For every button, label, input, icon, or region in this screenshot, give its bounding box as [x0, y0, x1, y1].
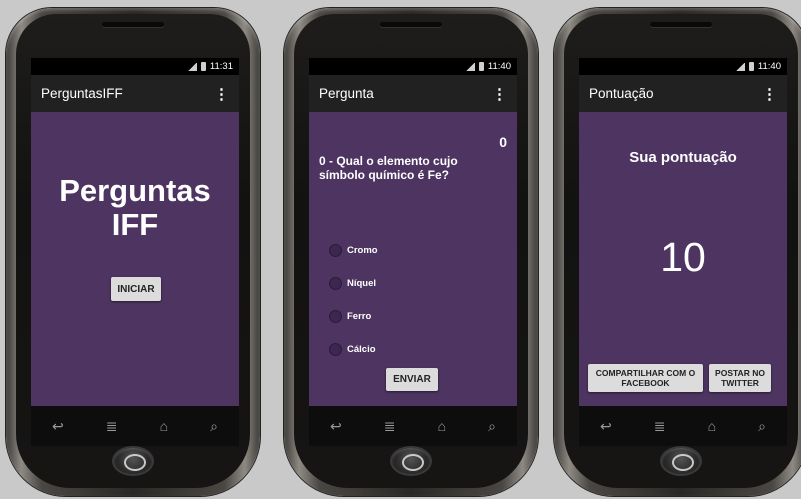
start-button[interactable]: INICIAR	[111, 277, 161, 301]
back-icon[interactable]: ↩	[600, 418, 612, 435]
screen-score: 11:40 Pontuação ⋮ Sua pontuação 10 COMPA…	[579, 58, 787, 446]
submit-button[interactable]: ENVIAR	[386, 368, 438, 391]
action-bar: PerguntasIFF ⋮	[31, 75, 239, 112]
current-score: 0	[499, 134, 507, 150]
option-ferro[interactable]: Ferro	[329, 310, 371, 323]
navigation-bar: ↩ ≣ ⌂ ⌕	[309, 406, 517, 446]
screen-question: 11:40 Pergunta ⋮ 0 0 - Qual o elemento c…	[309, 58, 517, 446]
search-icon[interactable]: ⌕	[758, 418, 766, 435]
option-calcio[interactable]: Cálcio	[329, 343, 376, 356]
battery-icon	[748, 62, 754, 71]
hardware-trackball[interactable]	[662, 448, 700, 474]
action-bar: Pontuação ⋮	[579, 75, 787, 112]
overflow-menu-icon[interactable]: ⋮	[762, 85, 777, 103]
signal-icon	[187, 62, 197, 71]
share-facebook-button[interactable]: COMPARTILHAR COM O FACEBOOK	[588, 364, 703, 392]
score-value: 10	[660, 234, 706, 280]
option-label: Cromo	[347, 245, 378, 256]
status-time: 11:40	[487, 61, 511, 72]
menu-icon[interactable]: ≣	[106, 418, 118, 435]
status-bar: 11:40	[579, 58, 787, 75]
menu-icon[interactable]: ≣	[654, 418, 666, 435]
post-twitter-button[interactable]: POSTAR NO TWITTER	[709, 364, 771, 392]
navigation-bar: ↩ ≣ ⌂ ⌕	[31, 406, 239, 446]
battery-icon	[200, 62, 206, 71]
status-bar: 11:40	[309, 58, 517, 75]
speaker-grille	[380, 22, 442, 27]
app-title-line-1: Perguntas	[59, 173, 211, 208]
status-time: 11:31	[209, 61, 233, 72]
question-text: 0 - Qual o elemento cujo símbolo químico…	[319, 154, 458, 182]
back-icon[interactable]: ↩	[330, 418, 342, 435]
home-icon[interactable]: ⌂	[438, 418, 446, 434]
radio-button[interactable]	[329, 277, 342, 290]
app-title-line-2: IFF	[111, 207, 159, 242]
battery-icon	[478, 62, 484, 71]
phone-frame-1: 11:31 PerguntasIFF ⋮ Perguntas IFF INICI…	[6, 8, 260, 496]
status-bar: 11:31	[31, 58, 239, 75]
navigation-bar: ↩ ≣ ⌂ ⌕	[579, 406, 787, 446]
option-label: Ferro	[347, 311, 372, 322]
status-time: 11:40	[757, 61, 781, 72]
option-niquel[interactable]: Níquel	[329, 277, 376, 290]
back-icon[interactable]: ↩	[52, 418, 64, 435]
hardware-trackball[interactable]	[114, 448, 152, 474]
option-label: Níquel	[347, 278, 377, 289]
radio-button[interactable]	[329, 244, 342, 257]
phone-frame-2: 11:40 Pergunta ⋮ 0 0 - Qual o elemento c…	[284, 8, 538, 496]
search-icon[interactable]: ⌕	[210, 418, 218, 435]
menu-icon[interactable]: ≣	[384, 418, 396, 435]
action-bar-title: Pontuação	[589, 86, 654, 101]
speaker-grille	[102, 22, 164, 27]
speaker-grille	[650, 22, 712, 27]
signal-icon	[735, 62, 745, 71]
action-bar: Pergunta ⋮	[309, 75, 517, 112]
score-label: Sua pontuação	[629, 149, 737, 166]
question-content: 0 0 - Qual o elemento cujo símbolo quími…	[309, 112, 517, 406]
overflow-menu-icon[interactable]: ⋮	[214, 85, 229, 103]
radio-button[interactable]	[329, 343, 342, 356]
option-label: Cálcio	[347, 344, 376, 355]
hardware-trackball[interactable]	[392, 448, 430, 474]
overflow-menu-icon[interactable]: ⋮	[492, 85, 507, 103]
home-icon[interactable]: ⌂	[160, 418, 168, 434]
option-cromo[interactable]: Cromo	[329, 244, 378, 257]
app-title: Perguntas IFF	[31, 174, 239, 242]
score-content: Sua pontuação 10 COMPARTILHAR COM O FACE…	[579, 112, 787, 406]
action-bar-title: Pergunta	[319, 86, 374, 101]
home-content: Perguntas IFF INICIAR	[31, 112, 239, 406]
phone-frame-3: 11:40 Pontuação ⋮ Sua pontuação 10 COMPA…	[554, 8, 801, 496]
home-icon[interactable]: ⌂	[708, 418, 716, 434]
screen-home: 11:31 PerguntasIFF ⋮ Perguntas IFF INICI…	[31, 58, 239, 446]
radio-button[interactable]	[329, 310, 342, 323]
signal-icon	[465, 62, 475, 71]
search-icon[interactable]: ⌕	[488, 418, 496, 435]
action-bar-title: PerguntasIFF	[41, 86, 123, 101]
